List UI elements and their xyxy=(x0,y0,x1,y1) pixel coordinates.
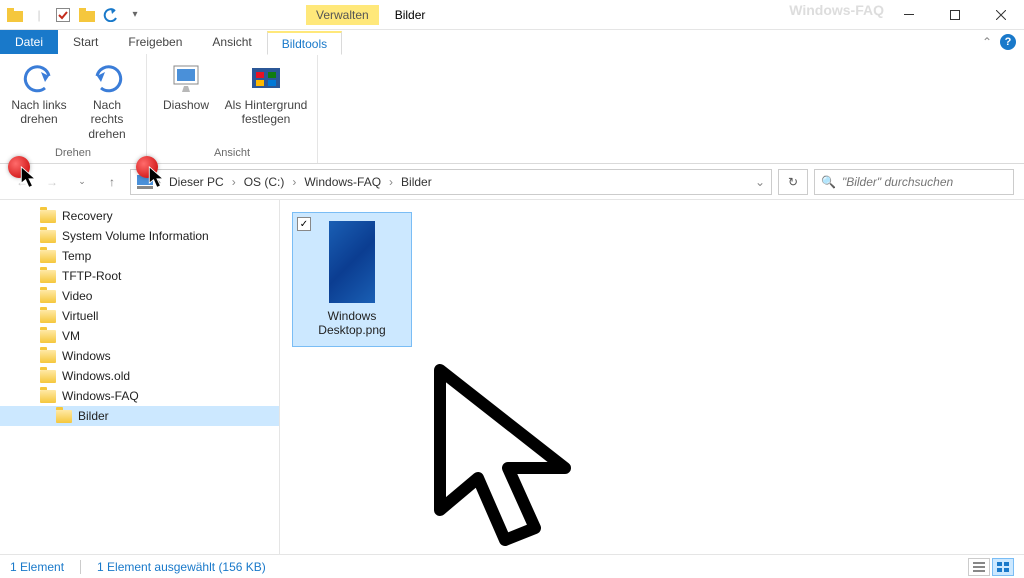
new-folder-icon[interactable] xyxy=(76,4,98,26)
folder-icon xyxy=(40,310,56,323)
status-item-count: 1 Element xyxy=(10,560,64,574)
explorer-icon xyxy=(4,4,26,26)
slideshow-button[interactable]: Diashow xyxy=(153,58,219,131)
chevron-right-icon[interactable]: › xyxy=(389,175,393,189)
folder-icon xyxy=(40,330,56,343)
tab-start[interactable]: Start xyxy=(58,30,113,54)
tree-item[interactable]: Recovery xyxy=(0,206,279,226)
context-tab-label: Verwalten xyxy=(306,5,379,25)
file-pane[interactable]: ✓ Windows Desktop.png xyxy=(280,200,1024,554)
tab-freigeben[interactable]: Freigeben xyxy=(113,30,197,54)
breadcrumb[interactable]: › Dieser PC › OS (C:) › Windows-FAQ › Bi… xyxy=(130,169,772,195)
tree-item[interactable]: Windows-FAQ xyxy=(0,386,279,406)
status-selection: 1 Element ausgewählt (156 KB) xyxy=(97,560,266,574)
crumb-folder2[interactable]: Bilder xyxy=(397,175,436,189)
crumb-drive[interactable]: OS (C:) xyxy=(240,175,289,189)
refresh-button[interactable]: ↻ xyxy=(778,169,808,195)
tab-ansicht[interactable]: Ansicht xyxy=(197,30,266,54)
tree-item[interactable]: TFTP-Root xyxy=(0,266,279,286)
tree-item[interactable]: Windows.old xyxy=(0,366,279,386)
file-thumbnail xyxy=(329,221,375,303)
ribbon-collapse-icon[interactable]: ⌃ xyxy=(982,35,992,49)
file-item-selected[interactable]: ✓ Windows Desktop.png xyxy=(292,212,412,347)
chevron-right-icon[interactable]: › xyxy=(292,175,296,189)
rotate-right-button[interactable]: Nach rechts drehen xyxy=(74,58,140,145)
crumb-folder1[interactable]: Windows-FAQ xyxy=(300,175,385,189)
tree-item[interactable]: System Volume Information xyxy=(0,226,279,246)
minimize-button[interactable] xyxy=(886,0,932,30)
nav-up-button[interactable]: ↑ xyxy=(100,170,124,194)
tree-item[interactable]: Windows xyxy=(0,346,279,366)
search-icon: 🔍 xyxy=(821,175,836,189)
close-button[interactable] xyxy=(978,0,1024,30)
folder-tree[interactable]: Recovery System Volume Information Temp … xyxy=(0,200,280,554)
large-cursor-icon xyxy=(430,360,600,550)
view-details-button[interactable] xyxy=(968,558,990,576)
slideshow-label: Diashow xyxy=(163,98,209,112)
tree-item[interactable]: Virtuell xyxy=(0,306,279,326)
folder-icon xyxy=(40,390,56,403)
qat-separator: | xyxy=(28,4,50,26)
undo-icon[interactable] xyxy=(100,4,122,26)
folder-icon xyxy=(40,270,56,283)
properties-check-icon[interactable] xyxy=(52,4,74,26)
file-name-label: Windows Desktop.png xyxy=(301,309,403,338)
folder-icon xyxy=(40,230,56,243)
watermark: Windows-FAQ xyxy=(789,2,884,18)
tree-item[interactable]: Video xyxy=(0,286,279,306)
folder-icon xyxy=(40,210,56,223)
status-separator xyxy=(80,560,81,574)
chevron-right-icon[interactable]: › xyxy=(232,175,236,189)
nav-forward-button[interactable]: → xyxy=(40,170,64,194)
tree-item[interactable]: Temp xyxy=(0,246,279,266)
maximize-button[interactable] xyxy=(932,0,978,30)
window-title: Bilder xyxy=(395,8,426,22)
view-thumbnails-button[interactable] xyxy=(992,558,1014,576)
breadcrumb-dropdown-icon[interactable]: ⌄ xyxy=(755,175,765,189)
tree-item[interactable]: VM xyxy=(0,326,279,346)
set-background-button[interactable]: Als Hintergrund festlegen xyxy=(221,58,311,131)
tab-datei[interactable]: Datei xyxy=(0,30,58,54)
folder-icon xyxy=(40,290,56,303)
search-input[interactable] xyxy=(842,175,1007,189)
folder-icon xyxy=(40,250,56,263)
crumb-pc[interactable]: Dieser PC xyxy=(165,175,228,189)
ribbon-group-ansicht: Ansicht xyxy=(153,147,311,163)
qat-customize-icon[interactable]: ▾ xyxy=(124,4,146,26)
search-box[interactable]: 🔍 xyxy=(814,169,1014,195)
cursor-icon xyxy=(20,166,38,190)
set-background-label: Als Hintergrund festlegen xyxy=(223,98,309,127)
rotate-right-label: Nach rechts drehen xyxy=(76,98,138,141)
folder-icon xyxy=(40,370,56,383)
folder-icon xyxy=(56,410,72,423)
folder-icon xyxy=(40,350,56,363)
help-icon[interactable]: ? xyxy=(1000,34,1016,50)
tab-bildtools[interactable]: Bildtools xyxy=(267,31,342,55)
rotate-left-button[interactable]: Nach links drehen xyxy=(6,58,72,145)
tree-item-selected[interactable]: Bilder xyxy=(0,406,279,426)
cursor-icon xyxy=(148,166,166,190)
file-checkbox[interactable]: ✓ xyxy=(297,217,311,231)
rotate-left-label: Nach links drehen xyxy=(8,98,70,127)
nav-recent-dropdown[interactable]: ⌄ xyxy=(70,170,94,194)
